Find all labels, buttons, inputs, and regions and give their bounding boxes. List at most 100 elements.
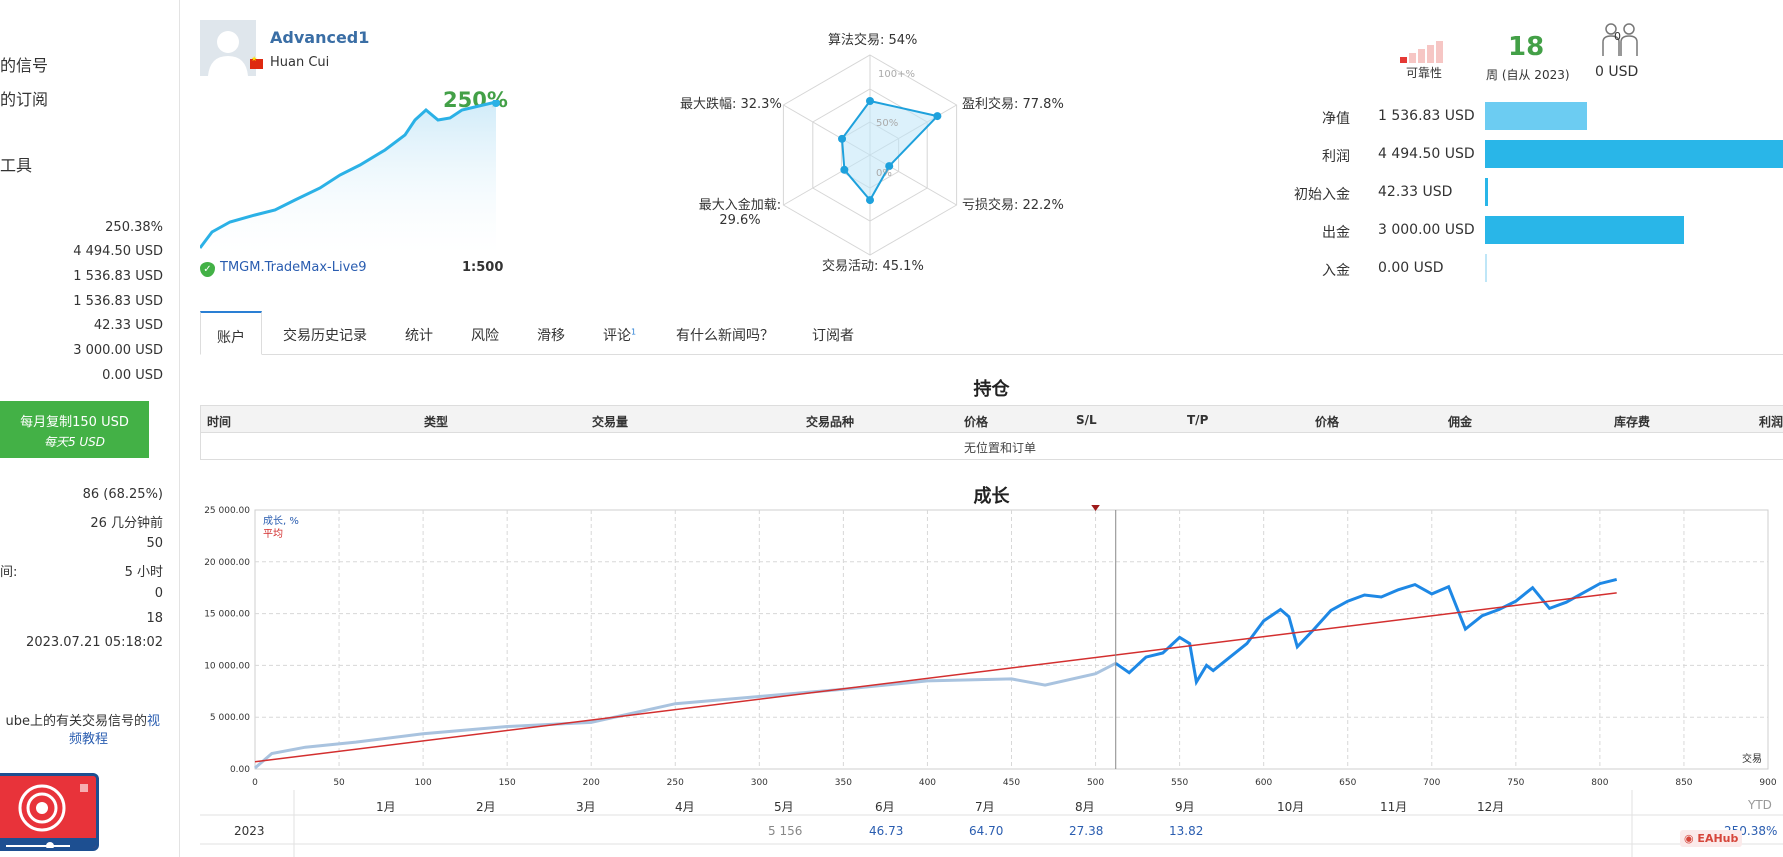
radar-point-drawdown[interactable]	[838, 134, 847, 143]
balance-label-withdrawals: 出金	[1322, 225, 1350, 241]
month-label: 2月	[476, 800, 496, 814]
growth-y-ticks: 25 000.00 20 000.00 15 000.00 10 000.00 5 00…	[204, 506, 250, 775]
x-tick-label: 650	[1339, 778, 1356, 788]
balance-label-initial-deposit: 初始入金	[1294, 187, 1350, 203]
signal-tabs: 账户 交易历史记录 统计 风险 滑移 评论1 有什么新闻吗？ 订阅者	[200, 311, 1783, 355]
tab-risks[interactable]: 风险	[471, 311, 499, 355]
ytd-label: YTD	[1748, 798, 1772, 812]
month-return[interactable]: 5 156	[768, 824, 802, 838]
col-sl: S/L	[1076, 413, 1097, 427]
radar-chart: 100+% 50% 0%	[782, 54, 958, 256]
radar-label-deposit-load-2: 29.6%	[719, 213, 761, 228]
stat-equity: 1 536.83 USD	[73, 269, 163, 284]
tab-account[interactable]: 账户	[200, 311, 262, 355]
col-time: 时间	[207, 415, 232, 429]
col-commission: 佣金	[1448, 415, 1473, 429]
tab-slippage[interactable]: 滑移	[537, 311, 565, 355]
x-tick-label: 0	[252, 778, 258, 788]
growth-average-line	[254, 592, 1617, 763]
x-tick-label: 400	[919, 778, 936, 788]
eahub-watermark: ◉ EAHub	[1680, 830, 1743, 847]
x-tick-label: 200	[583, 778, 600, 788]
balance-value-withdrawals: 3 000.00 USD	[1378, 222, 1475, 238]
video-tutorial-thumbnail[interactable]	[0, 773, 99, 851]
balance-label-profit: 利润	[1322, 149, 1350, 165]
month-return[interactable]: 46.73	[869, 824, 903, 838]
tab-trade-history[interactable]: 交易历史记录	[283, 311, 367, 355]
month-return[interactable]: 27.38	[1069, 824, 1103, 838]
weeks-count: 18	[1508, 32, 1545, 62]
legend-growth: 成长, %	[263, 515, 299, 527]
video-tutorial-link[interactable]: 视	[147, 714, 160, 729]
radar-ring-mid: 50%	[876, 118, 898, 129]
leverage: 1:500	[462, 260, 504, 275]
month-label: 12月	[1477, 800, 1505, 814]
radar-point-algo[interactable]	[866, 97, 874, 105]
left-sidebar: 的信号 的订阅 工具 250.38% 4 494.50 USD 1 536.83…	[0, 0, 180, 857]
nav-tools[interactable]: 工具	[0, 152, 32, 176]
positions-empty-message: 无位置和订单	[200, 433, 1783, 460]
stat-started: 2023.07.21 05:18:02	[26, 635, 163, 650]
tab-reviews[interactable]: 评论1	[603, 311, 636, 355]
month-return[interactable]: 64.70	[969, 824, 1003, 838]
radar-point-deposit_load[interactable]	[840, 165, 849, 174]
copy-signal-button[interactable]: 每月复制150 USD 每天5 USD	[0, 401, 149, 458]
radar-label-algo: 算法交易: 54%	[828, 33, 918, 48]
video-tutorial-link-2[interactable]: 频教程	[69, 732, 108, 747]
x-tick-label: 800	[1591, 778, 1608, 788]
video-tutorial-text: ube上的有关交易信号的视 频教程	[0, 713, 160, 749]
tab-subscribers[interactable]: 订阅者	[812, 311, 854, 355]
x-tick-label: 250	[667, 778, 684, 788]
tab-news[interactable]: 有什么新闻吗？	[676, 311, 774, 355]
reliability-bar	[1436, 41, 1443, 63]
x-tick-label: 750	[1507, 778, 1524, 788]
x-tick-label: 900	[1759, 778, 1776, 788]
month-label: 6月	[875, 800, 895, 814]
tab-statistics[interactable]: 统计	[405, 311, 433, 355]
stat-weeks: 18	[146, 611, 163, 626]
reliability-bar	[1427, 45, 1434, 63]
x-tick-label: 450	[1003, 778, 1020, 788]
signal-name[interactable]: Advanced1	[270, 28, 369, 47]
month-label: 11月	[1380, 800, 1408, 814]
month-label: 1月	[376, 800, 396, 814]
subscription-funds: 0 USD	[1595, 64, 1639, 80]
balance-value-initial-deposit: 42.33 USD	[1378, 184, 1453, 200]
broker-server-link[interactable]: TMGM.TradeMax-Live9	[220, 260, 367, 275]
col-swap: 库存费	[1614, 415, 1651, 429]
nav-my-signals[interactable]: 的信号	[0, 52, 48, 76]
col-price: 价格	[964, 415, 989, 429]
radar-ring-inner: 0%	[876, 168, 892, 179]
x-tick-label: 500	[1087, 778, 1104, 788]
stat-balance: 1 536.83 USD	[73, 294, 163, 309]
positions-title: 持仓	[973, 379, 1010, 400]
stat-subscribers: 0	[154, 586, 163, 601]
reliability-bar	[1400, 57, 1407, 63]
x-tick-label: 700	[1423, 778, 1440, 788]
col-symbol: 交易品种	[806, 415, 855, 429]
author-name[interactable]: Huan Cui	[270, 55, 329, 70]
x-tick-label: 850	[1675, 778, 1692, 788]
radar-point-activity[interactable]	[866, 196, 874, 205]
reliability-bars-icon	[1400, 41, 1443, 63]
x-tick-label: 350	[835, 778, 852, 788]
author-avatar[interactable]	[200, 20, 256, 76]
balance-value-equity: 1 536.83 USD	[1378, 108, 1475, 124]
stat-latest-trade: 26 几分钟前	[90, 516, 163, 531]
reviews-count-badge: 1	[631, 327, 637, 337]
weeks-label: 周 (自从 2023)	[1486, 68, 1570, 82]
month-return[interactable]: 13.82	[1169, 824, 1203, 838]
month-label: 9月	[1175, 800, 1195, 814]
growth-chart: 25 000.00 20 000.00 15 000.00 10 000.00 5 00…	[204, 505, 1777, 788]
balance-bar-initial-deposit	[1485, 178, 1488, 206]
copy-price-daily: 每天5 USD	[43, 435, 106, 449]
balance-label-equity: 净值	[1322, 111, 1350, 127]
balance-label-deposits: 入金	[1322, 263, 1350, 279]
nav-my-subscriptions[interactable]: 的订阅	[0, 86, 48, 110]
radar-point-profit[interactable]	[933, 112, 942, 121]
radar-label-profit-trades: 盈利交易: 77.8%	[962, 97, 1064, 112]
stat-profit: 4 494.50 USD	[73, 244, 163, 259]
copy-price-monthly: 每月复制150 USD	[20, 415, 129, 430]
reliability-label: 可靠性	[1406, 66, 1443, 80]
mini-chart-area	[200, 102, 496, 255]
